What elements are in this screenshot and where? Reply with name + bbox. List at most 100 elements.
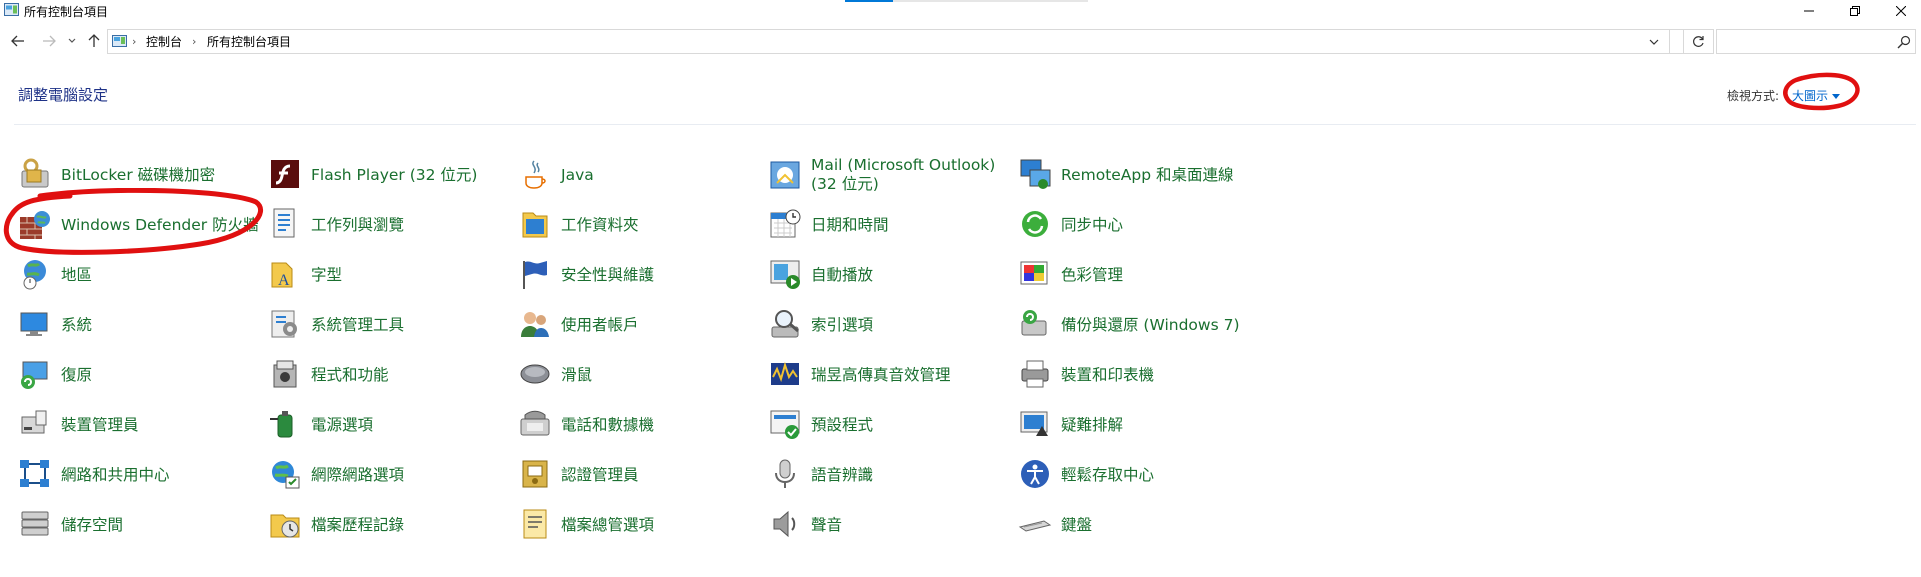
backup-icon[interactable] bbox=[1018, 307, 1052, 341]
item-label[interactable]: 程式和功能 bbox=[311, 353, 511, 397]
item-bitlocker[interactable]: BitLocker 磁碟機加密 bbox=[18, 153, 263, 197]
item-label[interactable]: 裝置和印表機 bbox=[1061, 353, 1261, 397]
java-icon[interactable] bbox=[518, 157, 552, 191]
item-realtek-audio[interactable]: 瑞昱高傳真音效管理 bbox=[768, 353, 1013, 397]
item-label[interactable]: 色彩管理 bbox=[1061, 253, 1261, 297]
item-label[interactable]: 日期和時間 bbox=[811, 203, 1011, 247]
item-power[interactable]: 電源選項 bbox=[268, 403, 513, 447]
address-bar[interactable]: › 控制台 › 所有控制台項目 bbox=[107, 29, 1684, 54]
item-label[interactable]: 儲存空間 bbox=[61, 503, 261, 547]
item-label[interactable]: BitLocker 磁碟機加密 bbox=[61, 153, 261, 197]
item-color-management[interactable]: 色彩管理 bbox=[1018, 253, 1263, 297]
item-label[interactable]: 電源選項 bbox=[311, 403, 511, 447]
datetime-icon[interactable] bbox=[768, 207, 802, 241]
item-autoplay[interactable]: 自動播放 bbox=[768, 253, 1013, 297]
mouse-icon[interactable] bbox=[518, 357, 552, 391]
item-label[interactable]: 字型 bbox=[311, 253, 511, 297]
item-file-history[interactable]: 檔案歷程記錄 bbox=[268, 503, 513, 547]
item-label[interactable]: 瑞昱高傳真音效管理 bbox=[811, 353, 1011, 397]
item-region[interactable]: 地區 bbox=[18, 253, 263, 297]
item-work-folders[interactable]: 工作資料夾 bbox=[518, 203, 763, 247]
item-label[interactable]: 地區 bbox=[61, 253, 261, 297]
speech-icon[interactable] bbox=[768, 457, 802, 491]
item-label[interactable]: 語音辨識 bbox=[811, 453, 1011, 497]
region-icon[interactable] bbox=[18, 257, 52, 291]
item-label[interactable]: 裝置管理員 bbox=[61, 403, 261, 447]
recent-locations-button[interactable] bbox=[66, 32, 78, 50]
credential-icon[interactable] bbox=[518, 457, 552, 491]
item-ease-of-access[interactable]: 輕鬆存取中心 bbox=[1018, 453, 1263, 497]
item-device-manager[interactable]: 裝置管理員 bbox=[18, 403, 263, 447]
item-sync[interactable]: 同步中心 bbox=[1018, 203, 1263, 247]
item-indexing[interactable]: 索引選項 bbox=[768, 303, 1013, 347]
item-recovery[interactable]: 復原 bbox=[18, 353, 263, 397]
item-label[interactable]: 鍵盤 bbox=[1061, 503, 1261, 547]
item-internet-options[interactable]: 網際網路選項 bbox=[268, 453, 513, 497]
troubleshoot-icon[interactable] bbox=[1018, 407, 1052, 441]
autoplay-icon[interactable] bbox=[768, 257, 802, 291]
item-label[interactable]: 自動播放 bbox=[811, 253, 1011, 297]
item-label[interactable]: 安全性與維護 bbox=[561, 253, 761, 297]
security-flag-icon[interactable] bbox=[518, 257, 552, 291]
close-button[interactable] bbox=[1878, 0, 1921, 21]
network-icon[interactable] bbox=[18, 457, 52, 491]
item-system[interactable]: 系統 bbox=[18, 303, 263, 347]
item-label[interactable]: 使用者帳戶 bbox=[561, 303, 761, 347]
item-programs[interactable]: 程式和功能 bbox=[268, 353, 513, 397]
firewall-icon[interactable] bbox=[18, 207, 52, 241]
address-dropdown-button[interactable] bbox=[1647, 35, 1661, 49]
item-admin-tools[interactable]: 系統管理工具 bbox=[268, 303, 513, 347]
forward-button[interactable] bbox=[40, 32, 58, 50]
item-sound[interactable]: 聲音 bbox=[768, 503, 1013, 547]
item-label[interactable]: 工作列與瀏覽 bbox=[311, 203, 511, 247]
sound-icon[interactable] bbox=[768, 507, 802, 541]
bitlocker-icon[interactable] bbox=[18, 157, 52, 191]
refresh-button[interactable] bbox=[1684, 29, 1714, 54]
item-label[interactable]: 檔案總管選項 bbox=[561, 503, 761, 547]
item-phone-modem[interactable]: 電話和數據機 bbox=[518, 403, 763, 447]
item-remoteapp[interactable]: RemoteApp 和桌面連線 bbox=[1018, 153, 1263, 197]
work-folders-icon[interactable] bbox=[518, 207, 552, 241]
item-user-accounts[interactable]: 使用者帳戶 bbox=[518, 303, 763, 347]
ease-of-access-icon[interactable] bbox=[1018, 457, 1052, 491]
realtek-audio-icon[interactable] bbox=[768, 357, 802, 391]
item-label[interactable]: Mail (Microsoft Outlook) (32 位元) bbox=[811, 153, 1011, 197]
item-datetime[interactable]: 日期和時間 bbox=[768, 203, 1013, 247]
minimize-button[interactable] bbox=[1786, 0, 1832, 21]
item-label[interactable]: Flash Player (32 位元) bbox=[311, 153, 511, 197]
sync-icon[interactable] bbox=[1018, 207, 1052, 241]
printer-icon[interactable] bbox=[1018, 357, 1052, 391]
breadcrumb-separator[interactable]: › bbox=[132, 34, 136, 50]
phone-modem-icon[interactable] bbox=[518, 407, 552, 441]
breadcrumb-control-panel[interactable]: 控制台 bbox=[146, 34, 182, 50]
user-accounts-icon[interactable] bbox=[518, 307, 552, 341]
item-default-programs[interactable]: 預設程式 bbox=[768, 403, 1013, 447]
item-label[interactable]: RemoteApp 和桌面連線 bbox=[1061, 153, 1261, 197]
item-label[interactable]: Java bbox=[561, 153, 761, 197]
item-printer[interactable]: 裝置和印表機 bbox=[1018, 353, 1263, 397]
item-label[interactable]: 電話和數據機 bbox=[561, 403, 761, 447]
item-label[interactable]: 工作資料夾 bbox=[561, 203, 761, 247]
item-label[interactable]: 索引選項 bbox=[811, 303, 1011, 347]
item-label[interactable]: 同步中心 bbox=[1061, 203, 1261, 247]
explorer-options-icon[interactable] bbox=[518, 507, 552, 541]
item-label[interactable]: 網路和共用中心 bbox=[61, 453, 261, 497]
item-label[interactable]: 輕鬆存取中心 bbox=[1061, 453, 1261, 497]
indexing-icon[interactable] bbox=[768, 307, 802, 341]
item-firewall[interactable]: Windows Defender 防火牆 bbox=[18, 203, 263, 247]
search-input[interactable] bbox=[1721, 33, 1891, 50]
up-button[interactable] bbox=[85, 32, 103, 50]
item-mouse[interactable]: 滑鼠 bbox=[518, 353, 763, 397]
power-icon[interactable] bbox=[268, 407, 302, 441]
admin-tools-icon[interactable] bbox=[268, 307, 302, 341]
mail-icon[interactable] bbox=[768, 157, 802, 191]
search-icon[interactable] bbox=[1897, 35, 1911, 49]
item-label[interactable]: Windows Defender 防火牆 bbox=[61, 203, 261, 247]
item-security-flag[interactable]: 安全性與維護 bbox=[518, 253, 763, 297]
keyboard-icon[interactable] bbox=[1018, 507, 1052, 541]
restore-button[interactable] bbox=[1832, 0, 1878, 21]
device-manager-icon[interactable] bbox=[18, 407, 52, 441]
search-box[interactable] bbox=[1716, 29, 1916, 54]
back-button[interactable] bbox=[9, 32, 27, 50]
item-taskbar[interactable]: 工作列與瀏覽 bbox=[268, 203, 513, 247]
